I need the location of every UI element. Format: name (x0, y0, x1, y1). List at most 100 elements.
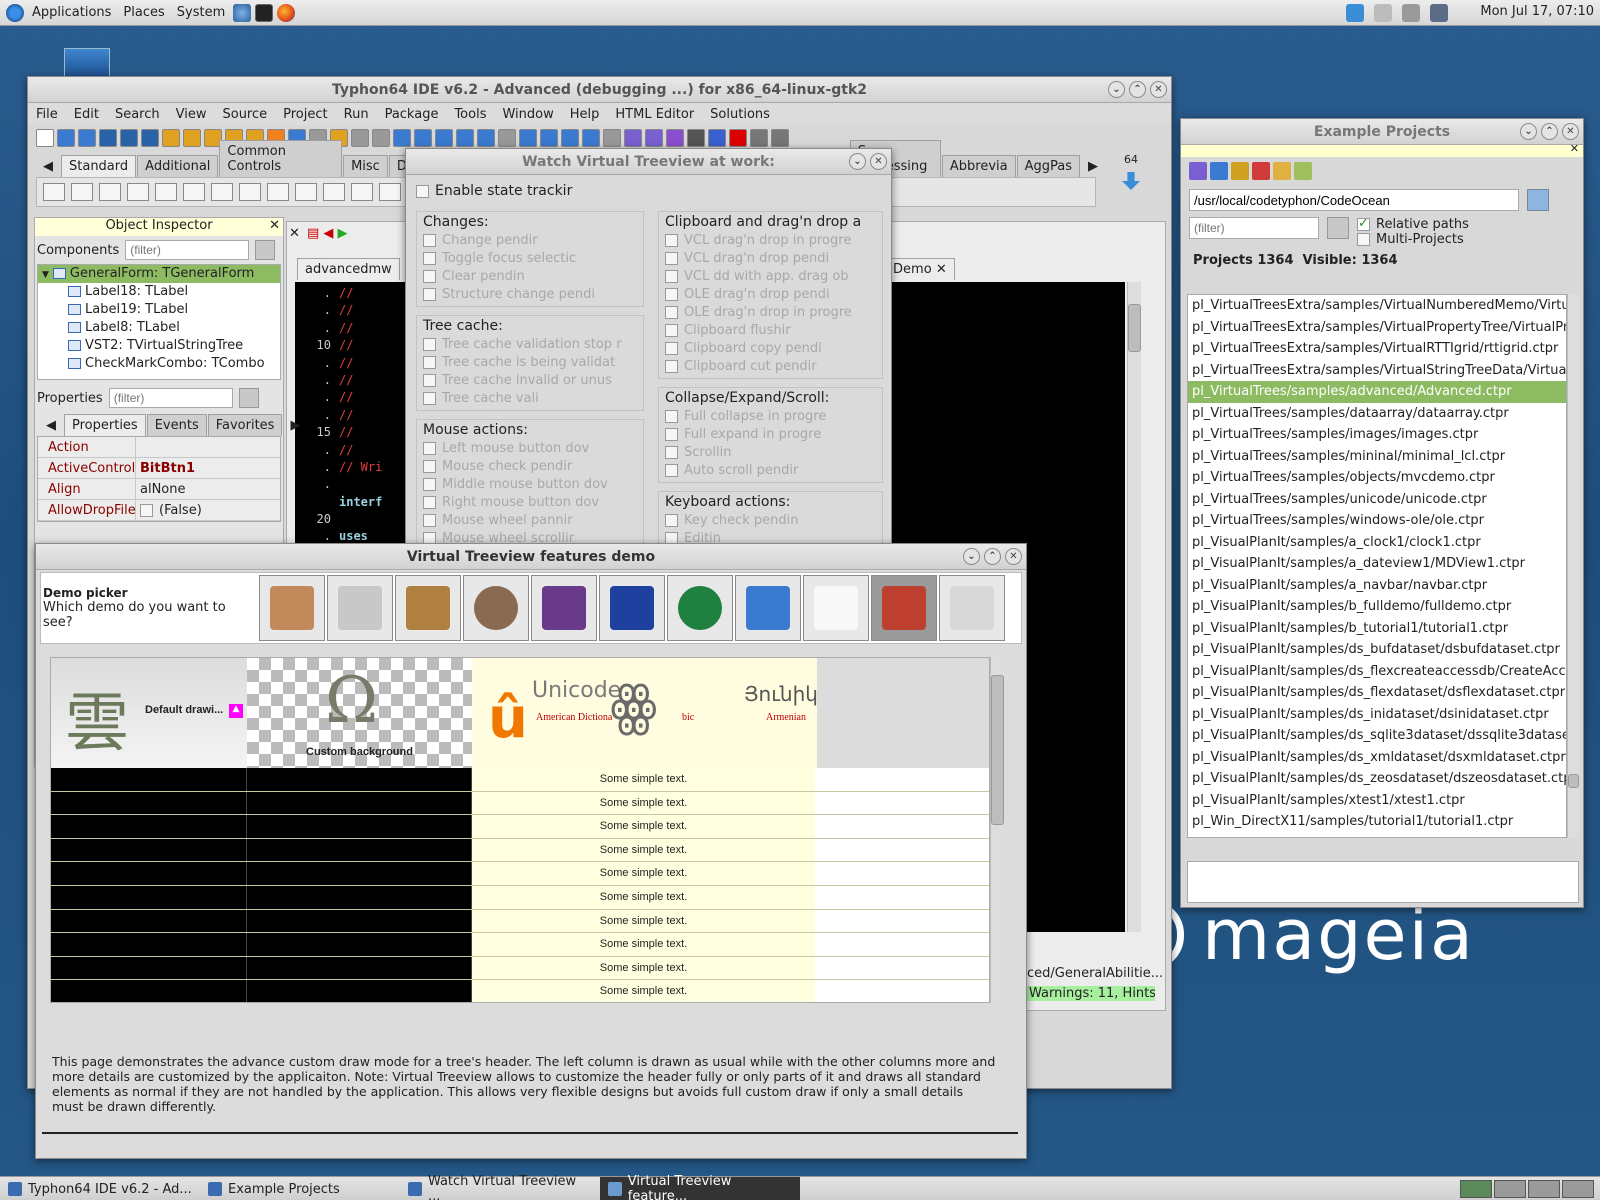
palette-listbox-icon[interactable] (323, 183, 345, 201)
demo-clipboard-button[interactable] (395, 575, 461, 641)
properties-filter[interactable] (108, 388, 233, 408)
projects-scrollbar[interactable] (1567, 294, 1579, 838)
toolbar-icon-4[interactable] (120, 129, 138, 147)
watch-titlebar[interactable]: Watch Virtual Treeview at work: ⌄ ✕ (406, 149, 891, 175)
toolbar-icon-30[interactable] (666, 129, 684, 147)
editor-toolbar-icons[interactable]: ▤ ◀ ▶ (307, 226, 348, 241)
refresh-icon[interactable] (1189, 162, 1207, 180)
menu-help[interactable]: Help (562, 107, 608, 122)
toolbar-icon-17[interactable] (393, 129, 411, 147)
demo-chart-button[interactable] (531, 575, 597, 641)
project-item[interactable]: pl_VirtualTreesExtra/samples/VirtualStri… (1188, 360, 1566, 382)
display-icon[interactable] (1430, 4, 1448, 22)
toolbar-icon-0[interactable] (36, 129, 54, 147)
editor-tab-advancedmw[interactable]: advancedmw (297, 258, 400, 280)
changes-group-checkbox[interactable]: Structure change pendi (423, 286, 637, 304)
tree-node[interactable]: Label19: TLabel (38, 301, 280, 319)
demo-maximize-icon[interactable]: ⌃ (984, 548, 1001, 565)
palette-popupmenu-icon[interactable] (99, 183, 121, 201)
remove-icon[interactable] (1252, 162, 1270, 180)
projects-maximize-icon[interactable]: ⌃ (1541, 123, 1558, 140)
toolbar-icon-25[interactable] (561, 129, 579, 147)
prop-nav-left-icon[interactable]: ◀ (39, 415, 63, 436)
network-icon[interactable] (1374, 4, 1392, 22)
menu-places[interactable]: Places (117, 5, 170, 20)
menu-window[interactable]: Window (494, 107, 561, 122)
toolbar-icon-35[interactable] (771, 129, 789, 147)
palette-pointer-icon[interactable] (43, 183, 65, 201)
menu-search[interactable]: Search (107, 107, 168, 122)
component-tree[interactable]: ▼ GeneralForm: TGeneralForm Label18: TLabe… (37, 264, 281, 380)
menu-applications[interactable]: Applications (26, 5, 117, 20)
project-item[interactable]: pl_VirtualTrees/samples/advanced/Advance… (1188, 381, 1566, 403)
platform-badge[interactable]: 64 (1116, 153, 1146, 203)
tab-misc[interactable]: Misc (343, 155, 388, 177)
demo-close-icon[interactable]: ✕ (1005, 548, 1022, 565)
palette-memo-icon[interactable] (211, 183, 233, 201)
property-grid[interactable]: Action ActiveControl BitBtn1 Align alNone All… (37, 436, 281, 522)
toolbar-icon-26[interactable] (582, 129, 600, 147)
demo-tree[interactable]: 雲 Default drawi... ▲ Ω Custom background… (50, 657, 990, 1003)
tab-standard[interactable]: Standard (61, 155, 137, 177)
property-row[interactable]: AllowDropFiles (False) (38, 500, 280, 521)
keyboard-group-checkbox[interactable]: Key check pendin (665, 512, 876, 530)
open-icon[interactable] (1231, 162, 1249, 180)
project-item[interactable]: pl_VirtualTrees/samples/dataarray/dataar… (1188, 403, 1566, 425)
project-item[interactable]: pl_VisualPlanIt/samples/ds_flexdataset/d… (1188, 682, 1566, 704)
clock[interactable]: Mon Jul 17, 07:10 (1480, 4, 1594, 19)
header-cell-custom-background[interactable]: Ω Custom background (247, 658, 472, 768)
tab-abbrevia[interactable]: Abbrevia (941, 155, 1016, 177)
demo-minimize-icon[interactable]: ⌄ (963, 548, 980, 565)
projects-list[interactable]: pl_VirtualTreesExtra/samples/VirtualNumb… (1187, 294, 1567, 838)
property-row[interactable]: Action (38, 437, 280, 458)
tree-row[interactable]: Some simple text. (51, 815, 989, 839)
project-item[interactable]: pl_VirtualTrees/samples/images/images.ct… (1188, 424, 1566, 446)
workspace-switcher[interactable] (1454, 1177, 1600, 1200)
task-ide[interactable]: Typhon64 IDE v6.2 - Ad... (0, 1177, 200, 1200)
volume-icon[interactable] (1402, 4, 1420, 22)
folder-icon[interactable] (1273, 162, 1291, 180)
ide-titlebar[interactable]: Typhon64 IDE v6.2 - Advanced (debugging … (28, 77, 1171, 103)
toolbar-icon-2[interactable] (78, 129, 96, 147)
tree-cache-group-checkbox[interactable]: Tree cache validation stop r (423, 336, 637, 354)
menu-html-editor[interactable]: HTML Editor (607, 107, 702, 122)
toolbar-icon-34[interactable] (750, 129, 768, 147)
collapse-group-checkbox[interactable]: Auto scroll pendir (665, 462, 876, 480)
clipboard-group-checkbox[interactable]: VCL drag'n drop pendi (665, 250, 876, 268)
toolbar-icon-33[interactable] (729, 129, 747, 147)
clipboard-group-checkbox[interactable]: OLE drag'n drop pendi (665, 286, 876, 304)
tab-common-controls[interactable]: Common Controls (219, 140, 343, 177)
tab-aggpas[interactable]: AggPas (1016, 155, 1080, 177)
tree-row[interactable]: Some simple text. (51, 956, 989, 981)
project-item[interactable]: pl_VisualPlanIt/samples/ds_sqlite3datase… (1188, 725, 1566, 747)
palette-nav-right-icon[interactable]: ▶ (1081, 156, 1105, 177)
toolbar-icon-7[interactable] (183, 129, 201, 147)
palette-mainmenu-icon[interactable] (71, 183, 93, 201)
property-row[interactable]: Align alNone (38, 479, 280, 500)
palette-button-icon[interactable] (127, 183, 149, 201)
clipboard-group-checkbox[interactable]: OLE drag'n drop in progre (665, 304, 876, 322)
tree-cache-group-checkbox[interactable]: Tree cache invalid or unus (423, 372, 637, 390)
palette-nav-left-icon[interactable]: ◀ (36, 156, 60, 177)
terminal-launcher-icon[interactable] (255, 3, 274, 22)
project-item[interactable]: pl_VisualPlanIt/samples/a_navbar/navbar.… (1188, 575, 1566, 597)
palette-scrollbar-icon[interactable] (379, 183, 401, 201)
toolbar-icon-31[interactable] (687, 129, 705, 147)
demo-logo-button[interactable] (939, 575, 1005, 641)
mageia-menu-icon[interactable] (6, 3, 24, 22)
watch-minimize-icon[interactable]: ⌄ (849, 153, 866, 170)
toolbar-icon-1[interactable] (57, 129, 75, 147)
demo-brush-button[interactable] (871, 575, 937, 641)
clipboard-group-checkbox[interactable]: VCL dd with app. drag ob (665, 268, 876, 286)
project-item[interactable]: pl_VisualPlanIt/samples/a_dateview1/MDVi… (1188, 553, 1566, 575)
demo-tree-scrollbar[interactable] (990, 657, 1004, 1003)
demo-windows-button[interactable] (735, 575, 801, 641)
toolbar-icon-6[interactable] (162, 129, 180, 147)
filter-icon[interactable] (255, 240, 276, 260)
mouse-actions-group-checkbox[interactable]: Middle mouse button dov (423, 476, 637, 494)
maximize-icon[interactable]: ⌃ (1129, 81, 1146, 98)
desktop-icon[interactable] (64, 48, 110, 78)
mouse-actions-group-checkbox[interactable]: Mouse check pendir (423, 458, 637, 476)
collapse-group-checkbox[interactable]: Full collapse in progre (665, 408, 876, 426)
expand-icon[interactable]: ▼ (42, 270, 49, 280)
